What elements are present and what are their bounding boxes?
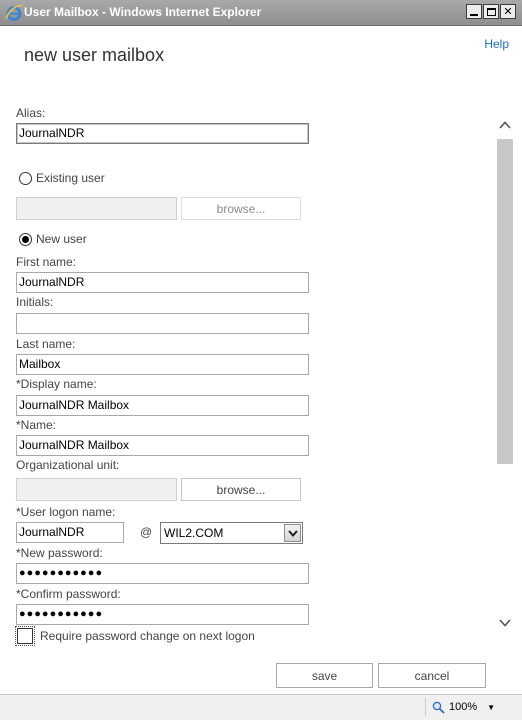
save-button[interactable]: save (276, 663, 373, 688)
at-sign: @ (140, 525, 153, 539)
scrollbar-thumb[interactable] (497, 139, 513, 464)
first-name-input[interactable]: JournalNDR (16, 272, 309, 293)
new-password-label: *New password: (16, 546, 103, 560)
existing-user-label: Existing user (36, 171, 105, 185)
require-change-label: Require password change on next logon (40, 629, 255, 643)
new-user-option[interactable]: New user (19, 232, 87, 246)
close-button[interactable]: ✕ (500, 4, 516, 19)
chevron-down-icon (499, 619, 511, 627)
page-content: Help new user mailbox Alias: JournalNDR … (0, 27, 522, 694)
minimize-button[interactable] (466, 4, 482, 19)
chevron-up-icon (499, 121, 511, 129)
chevron-down-icon (287, 529, 298, 537)
ou-input (16, 478, 177, 501)
display-name-input[interactable]: JournalNDR Mailbox (16, 395, 309, 416)
help-link[interactable]: Help (484, 37, 509, 51)
page-title: new user mailbox (24, 45, 165, 65)
cancel-button[interactable]: cancel (378, 663, 486, 688)
window-title: User Mailbox - Windows Internet Explorer (24, 5, 262, 19)
initials-input[interactable] (16, 313, 309, 334)
existing-user-input (16, 197, 177, 220)
name-input[interactable]: JournalNDR Mailbox (16, 435, 309, 456)
domain-value: WIL2.COM (164, 526, 224, 540)
status-bar: 100% ▼ (0, 694, 522, 720)
require-change-checkbox[interactable] (15, 626, 35, 646)
close-icon: ✕ (503, 5, 513, 18)
new-user-radio[interactable] (19, 232, 32, 246)
maximize-icon (486, 7, 496, 16)
initials-label: Initials: (16, 295, 54, 309)
logon-input[interactable]: JournalNDR (16, 522, 124, 543)
existing-user-browse-button[interactable]: browse... (181, 197, 301, 220)
domain-select[interactable]: WIL2.COM (160, 522, 303, 544)
new-user-label: New user (36, 232, 87, 246)
last-name-input[interactable]: Mailbox (16, 354, 309, 375)
display-name-label: *Display name: (16, 377, 97, 391)
require-change-option[interactable]: Require password change on next logon (15, 626, 255, 646)
domain-dropdown-button[interactable] (284, 524, 301, 542)
zoom-caret-icon[interactable]: ▼ (487, 703, 495, 712)
alias-label: Alias: (16, 106, 46, 120)
confirm-password-input[interactable]: ●●●●●●●●●●● (16, 604, 309, 625)
ou-label: Organizational unit: (16, 458, 120, 472)
confirm-password-label: *Confirm password: (16, 587, 121, 601)
name-label: *Name: (16, 418, 57, 432)
zoom-control[interactable]: 100% ▼ (425, 698, 505, 716)
window-titlebar[interactable]: User Mailbox - Windows Internet Explorer… (0, 0, 522, 26)
first-name-label: First name: (16, 255, 77, 269)
ou-browse-button[interactable]: browse... (181, 478, 301, 501)
logon-label: *User logon name: (16, 505, 116, 519)
alias-input[interactable]: JournalNDR (16, 123, 309, 144)
new-password-input[interactable]: ●●●●●●●●●●● (16, 563, 309, 584)
minimize-icon (470, 14, 478, 16)
scroll-up-button[interactable] (497, 117, 513, 133)
ie-logo-icon (5, 4, 23, 21)
zoom-level: 100% (449, 701, 478, 713)
scroll-down-button[interactable] (497, 615, 513, 631)
last-name-label: Last name: (16, 337, 76, 351)
maximize-button[interactable] (483, 4, 499, 19)
magnifier-icon (432, 701, 445, 714)
existing-user-radio[interactable] (19, 171, 32, 185)
existing-user-option[interactable]: Existing user (19, 171, 105, 185)
